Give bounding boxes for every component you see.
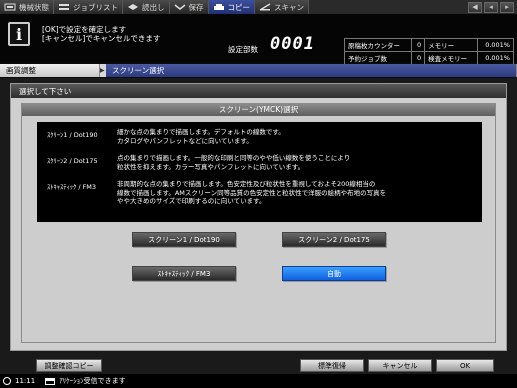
description-box: ｽｸﾘｰﾝ1 / Dot190 細かな点の集まりで描画します。デフォルトの線数で… bbox=[37, 122, 482, 222]
printer-icon bbox=[45, 377, 56, 385]
tab-label: 機械状態 bbox=[19, 2, 49, 12]
description-row: ｽｸﾘｰﾝ2 / Dot175 点の集まりで描画します。一般的な印刷と同等のやや… bbox=[43, 154, 476, 171]
tab-label: スキャン bbox=[274, 2, 304, 12]
main-panel: 選択して下さい スクリーン(YMCK)選択 ｽｸﾘｰﾝ1 / Dot190 細か… bbox=[0, 78, 517, 356]
info-icon: i bbox=[8, 22, 30, 46]
description-text: 細かな点の集まりで描画します。デフォルトの線数です。 カタログやパンフレットなど… bbox=[117, 128, 285, 145]
screen-selection-panel: スクリーン(YMCK)選択 ｽｸﾘｰﾝ1 / Dot190 細かな点の集まりで描… bbox=[21, 103, 496, 343]
screen2-dot175-button[interactable]: スクリーン2 / Dot175 bbox=[282, 232, 386, 247]
tab-label: コピー bbox=[227, 2, 251, 12]
description-name: ｽﾄｷｬｽﾃｨｯｸ / FM3 bbox=[47, 183, 97, 191]
ok-button[interactable]: OK bbox=[436, 359, 494, 372]
message-line-2: [キャンセル]でキャンセルできます bbox=[42, 34, 161, 43]
tab-scan[interactable]: スキャン bbox=[255, 0, 309, 14]
description-name: ｽｸﾘｰﾝ2 / Dot175 bbox=[47, 157, 98, 165]
tab-recall[interactable]: 読出し bbox=[123, 0, 170, 14]
tab-job-list[interactable]: ジョブリスト bbox=[54, 0, 123, 14]
status-row: 予約ジョブ数 0 検査メモリー 0.001% bbox=[343, 51, 515, 65]
panel-title: スクリーン(YMCK)選択 bbox=[22, 104, 495, 116]
status-label: メモリー bbox=[424, 38, 478, 52]
selection-dialog: 選択して下さい スクリーン(YMCK)選択 ｽｸﾘｰﾝ1 / Dot190 細か… bbox=[10, 83, 507, 351]
status-value: 0 bbox=[411, 51, 426, 65]
status-row: 原稿枚カウンター 0 メモリー 0.001% bbox=[343, 38, 515, 52]
status-value: 0.001% bbox=[476, 38, 515, 52]
screen1-dot190-button[interactable]: スクリーン1 / Dot190 bbox=[132, 232, 236, 247]
auto-button[interactable]: 自動 bbox=[282, 266, 386, 281]
job-list-icon bbox=[59, 4, 69, 10]
copies-value: 0001 bbox=[270, 34, 315, 54]
bottom-bar: 調整確認コピー 標準復帰 キャンセル OK bbox=[0, 356, 517, 374]
scan-icon bbox=[259, 3, 271, 11]
description-text: 非周期的な点の集まりで描画します。色安定性及び粒状性を重視しておよそ200線相当… bbox=[117, 180, 387, 205]
tab-label: 読出し bbox=[142, 2, 165, 12]
proof-copy-button[interactable]: 調整確認コピー bbox=[36, 359, 102, 372]
description-row: ｽﾄｷｬｽﾃｨｯｸ / FM3 非周期的な点の集まりで描画します。色安定性及び粒… bbox=[43, 180, 476, 206]
dialog-prompt: 選択して下さい bbox=[11, 84, 506, 98]
tab-bar-tools: ◀ ◂ ▸ bbox=[465, 0, 517, 14]
status-value: 0 bbox=[411, 38, 426, 52]
default-button[interactable]: 標準復帰 bbox=[300, 359, 364, 372]
store-icon bbox=[174, 4, 185, 10]
description-text: 点の集まりで描画します。一般的な印刷と同等のやや低い線数を使うことにより 粒状性… bbox=[117, 154, 351, 171]
right-arrow-icon[interactable]: ▸ bbox=[500, 1, 514, 13]
breadcrumb-parent[interactable]: 画質調整 bbox=[0, 64, 100, 77]
clock-icon bbox=[3, 377, 11, 385]
cancel-button[interactable]: キャンセル bbox=[368, 359, 432, 372]
tab-copy[interactable]: コピー bbox=[208, 0, 255, 14]
tab-machine-status[interactable]: 機械状態 bbox=[0, 0, 54, 14]
footer-status-text: ｱﾘｹｰｼｮﾝ受信できます bbox=[59, 377, 126, 385]
machine-icon bbox=[4, 3, 16, 11]
status-label: 予約ジョブ数 bbox=[343, 51, 413, 65]
status-value: 0.001% bbox=[476, 51, 515, 65]
copies-label: 設定部数 bbox=[228, 45, 258, 54]
footer-status-bar: 11:11 ｱﾘｹｰｼｮﾝ受信できます bbox=[0, 374, 517, 388]
speaker-icon[interactable]: ◀ bbox=[468, 1, 482, 13]
function-tab-bar: 機械状態 ジョブリスト 読出し 保存 コピー スキャン ◀ ◂ ▸ bbox=[0, 0, 517, 14]
tab-bar-spacer bbox=[309, 0, 465, 14]
recall-icon bbox=[128, 4, 138, 10]
tab-label: 保存 bbox=[188, 2, 204, 12]
status-label: 原稿枚カウンター bbox=[343, 38, 413, 52]
description-name: ｽｸﾘｰﾝ1 / Dot190 bbox=[47, 131, 98, 139]
breadcrumb: 画質調整 ▶ スクリーン選択 bbox=[0, 64, 517, 77]
tab-label: ジョブリスト bbox=[73, 2, 118, 12]
status-table: 原稿枚カウンター 0 メモリー 0.001% 予約ジョブ数 0 検査メモリー 0… bbox=[343, 38, 515, 65]
tab-store[interactable]: 保存 bbox=[169, 0, 209, 14]
left-arrow-icon[interactable]: ◂ bbox=[484, 1, 498, 13]
stochastic-fm3-button[interactable]: ｽﾄｷｬｽﾃｨｯｸ / FM3 bbox=[132, 266, 236, 281]
clock-time: 11:11 bbox=[15, 377, 36, 385]
description-row: ｽｸﾘｰﾝ1 / Dot190 細かな点の集まりで描画します。デフォルトの線数で… bbox=[43, 128, 476, 145]
breadcrumb-current: スクリーン選択 bbox=[106, 64, 517, 77]
status-label: 検査メモリー bbox=[424, 51, 478, 65]
copy-icon bbox=[213, 4, 224, 10]
